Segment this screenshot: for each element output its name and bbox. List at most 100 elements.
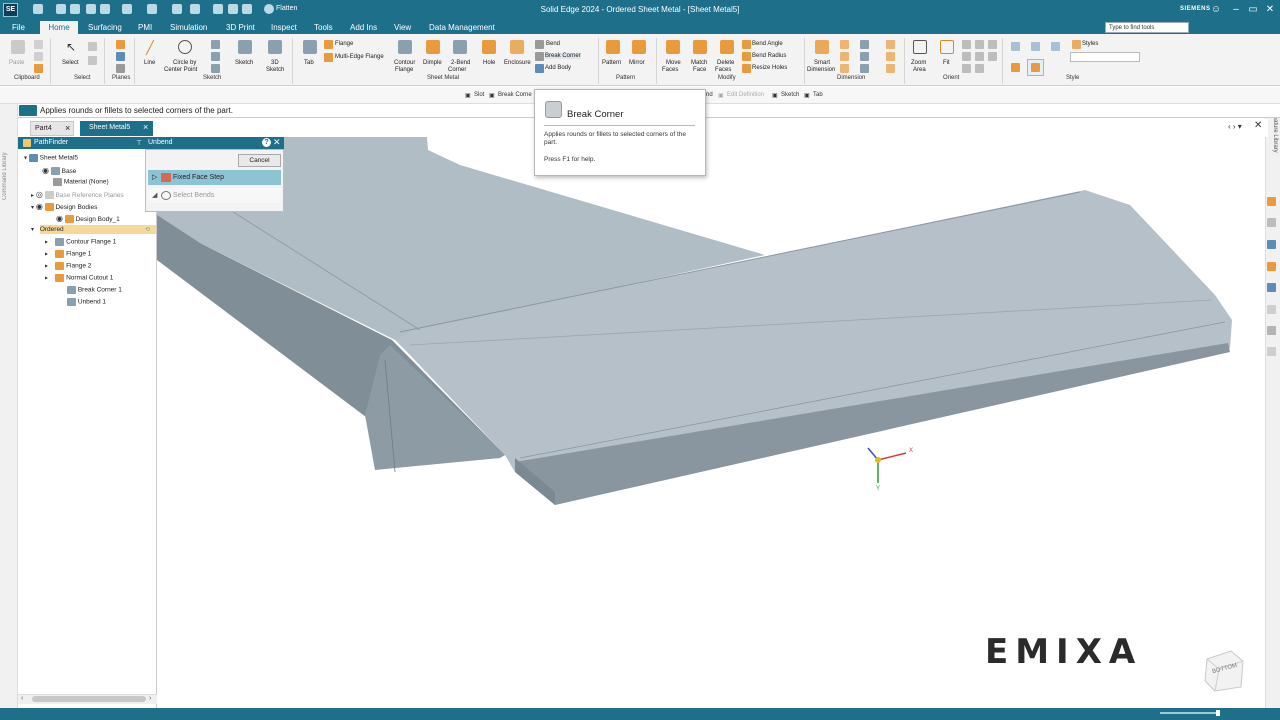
coordinate-system-icon[interactable] — [116, 64, 125, 73]
dimension-tool-icon[interactable] — [840, 52, 849, 61]
annotation-icon[interactable] — [886, 52, 895, 61]
pathfinder-menu-icon[interactable]: ⊤ — [136, 139, 142, 147]
rollback-icon[interactable]: ⟲ — [145, 226, 150, 233]
arc-icon[interactable] — [211, 40, 220, 49]
delete-faces-label[interactable]: Delete — [717, 60, 734, 66]
subbar-tab[interactable]: Tab — [813, 92, 823, 98]
rail-tool-icon[interactable] — [1267, 347, 1276, 356]
circle-icon[interactable] — [178, 40, 192, 54]
tab-sheet-metal5[interactable]: Sheet Metal5 × — [80, 121, 153, 136]
scroll-left-icon[interactable]: ‹ — [21, 695, 23, 702]
tab-small-icon[interactable]: ▣ — [804, 92, 810, 99]
bend-angle-icon[interactable] — [742, 40, 751, 49]
expand-icon[interactable]: ▸ — [45, 264, 48, 270]
multi-edge-flange-label[interactable]: Multi-Edge Flange — [335, 54, 384, 60]
help-icon[interactable]: ☺ — [1209, 3, 1223, 17]
sketch-label[interactable]: Sketch — [235, 60, 253, 66]
menu-tab-data-management[interactable]: Data Management — [429, 23, 495, 32]
mirror-label[interactable]: Mirror — [629, 60, 645, 66]
rail-tool-icon[interactable] — [1267, 305, 1276, 314]
menu-tab-pmi[interactable]: PMI — [138, 23, 152, 32]
sheet-metal-model[interactable] — [157, 137, 1265, 708]
tab-icon[interactable] — [303, 40, 317, 54]
bend-label[interactable]: Bend — [546, 41, 560, 47]
menu-tab-simulation[interactable]: Simulation — [170, 23, 207, 32]
plane-offset-icon[interactable] — [116, 52, 125, 61]
part-style-icon[interactable] — [1011, 63, 1020, 72]
cut-icon[interactable] — [34, 40, 43, 49]
pattern-icon[interactable] — [606, 40, 620, 54]
rail-tool-icon[interactable] — [1267, 218, 1276, 227]
subbar-edit-definition[interactable]: Edit Definition — [727, 92, 764, 98]
smart-dimension-label[interactable]: Smart — [814, 60, 830, 66]
tab-label[interactable]: Tab — [304, 60, 314, 66]
tree-row[interactable]: ▾ ◉ Design Bodies — [31, 202, 97, 212]
close-window-icon[interactable]: ✕ — [1263, 3, 1277, 17]
expand-icon[interactable]: ▸ — [45, 252, 48, 258]
menu-file[interactable]: File — [12, 23, 25, 32]
select-label[interactable]: Select — [62, 60, 79, 66]
hole-icon[interactable] — [482, 40, 496, 54]
pan-icon[interactable] — [962, 52, 971, 61]
smart-dimension-label-2[interactable]: Dimension — [807, 67, 835, 73]
rail-tool-icon[interactable] — [1267, 326, 1276, 335]
menu-tab-inspect[interactable]: Inspect — [271, 23, 297, 32]
paste-label[interactable]: Paste — [9, 60, 24, 66]
delete-faces-icon[interactable] — [720, 40, 734, 54]
close-panel-icon[interactable]: ✕ — [273, 137, 281, 148]
minimize-icon[interactable]: – — [1229, 3, 1243, 17]
select-filter-icon[interactable] — [88, 56, 97, 65]
expand-icon[interactable]: ▾ — [31, 205, 34, 211]
break-corner-label[interactable]: Break Corner — [545, 53, 581, 59]
visibility-icon[interactable]: ◉ — [42, 166, 49, 175]
flange-label[interactable]: Flange — [335, 41, 353, 47]
command-library-tab[interactable]: Command Library — [2, 140, 14, 200]
smart-dimension-icon[interactable] — [815, 40, 829, 54]
paste-icon[interactable] — [11, 40, 25, 54]
menu-tab-view[interactable]: View — [394, 23, 411, 32]
subbar-slot[interactable]: Slot — [474, 92, 484, 98]
2-bend-corner-icon[interactable] — [453, 40, 467, 54]
edit-definition-icon[interactable]: ▣ — [718, 92, 724, 99]
sketch-icon[interactable] — [238, 40, 252, 54]
style-swatch-icon[interactable] — [1031, 63, 1040, 72]
plane-icon[interactable] — [116, 40, 125, 49]
3d-sketch-label-2[interactable]: Sketch — [266, 67, 284, 73]
rail-tool-icon[interactable] — [1267, 240, 1276, 249]
enclosure-label[interactable]: Enclosure — [504, 60, 531, 66]
styles-label[interactable]: Styles — [1082, 41, 1098, 47]
enclosure-icon[interactable] — [510, 40, 524, 54]
tab-scroll-icon[interactable]: ‹ › ▾ — [1228, 122, 1242, 131]
add-body-label[interactable]: Add Body — [545, 65, 571, 71]
help-icon[interactable]: ? — [262, 138, 271, 147]
flange-icon[interactable] — [324, 40, 333, 49]
tree-row[interactable]: ◉ Design Body_1 — [56, 214, 120, 224]
mirror-icon[interactable] — [632, 40, 646, 54]
zoom-area-label-2[interactable]: Area — [913, 67, 926, 73]
zoom-slider[interactable] — [1160, 712, 1218, 714]
close-document-icon[interactable]: ✕ — [1254, 120, 1262, 131]
bend-radius-label[interactable]: Bend Radius — [752, 53, 786, 59]
2-bend-corner-label[interactable]: 2-Bend — [451, 60, 470, 66]
match-face-label[interactable]: Match — [691, 60, 707, 66]
3d-viewport[interactable] — [157, 137, 1265, 708]
shading-icon[interactable] — [1011, 42, 1020, 51]
select-bends-step[interactable]: ◢ Select Bends — [148, 188, 281, 203]
2-bend-corner-label-2[interactable]: Corner — [448, 67, 466, 73]
sketch-small-icon[interactable]: ▣ — [772, 92, 778, 99]
view-icon[interactable] — [975, 52, 984, 61]
rotate-icon[interactable] — [962, 64, 971, 73]
dimension-tool-icon[interactable] — [840, 64, 849, 73]
shading-icon[interactable] — [1051, 42, 1060, 51]
zoom-area-label[interactable]: Zoom — [911, 60, 926, 66]
polygon-icon[interactable] — [211, 64, 220, 73]
contour-flange-label[interactable]: Contour — [394, 60, 415, 66]
visibility-icon[interactable]: ◉ — [56, 214, 63, 223]
move-faces-label[interactable]: Move — [666, 60, 681, 66]
view-icon[interactable] — [988, 40, 997, 49]
3d-sketch-icon[interactable] — [268, 40, 282, 54]
menu-tab-tools[interactable]: Tools — [314, 23, 333, 32]
dimple-icon[interactable] — [426, 40, 440, 54]
rail-tool-icon[interactable] — [1267, 197, 1276, 206]
select-tool-icon[interactable] — [88, 42, 97, 51]
